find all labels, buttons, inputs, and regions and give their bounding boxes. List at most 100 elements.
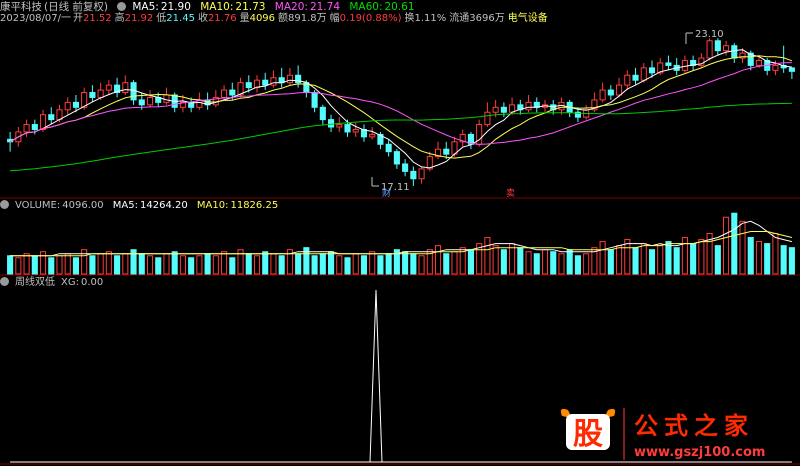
candle-body [607, 89, 614, 96]
volume-bar [780, 245, 787, 275]
candle-body [369, 133, 376, 138]
candle-body [640, 67, 647, 81]
volume-bar [295, 253, 302, 275]
watermark-logo: 股 公式之家 www.gszj100.com [560, 408, 765, 460]
volume-bar [402, 251, 409, 275]
volume-bar [451, 251, 458, 275]
volume-bar [723, 216, 730, 275]
candle-body [138, 99, 145, 106]
volume-bar [7, 255, 14, 275]
volume-bar [56, 255, 63, 275]
volume-bar [171, 251, 178, 275]
candle-body [229, 89, 236, 96]
candle-body [393, 151, 400, 165]
volume-bar [64, 253, 71, 275]
candle-body [328, 119, 335, 128]
event-marker[interactable]: 财 [382, 187, 391, 199]
watermark-url: www.gszj100.com [634, 445, 765, 460]
candle-body [105, 84, 112, 91]
volume-bar [788, 247, 795, 275]
volume-bar [155, 257, 162, 275]
high-marker-label: 23.10 [695, 29, 724, 40]
volume-bar [517, 247, 524, 275]
watermark: 股 公式之家 www.gszj100.com [556, 404, 796, 462]
volume-bar [72, 257, 79, 275]
candle-body [492, 106, 499, 113]
candle-body [146, 96, 154, 106]
volume-bar [221, 251, 228, 275]
volume-bar [541, 249, 549, 275]
volume-bar [772, 232, 779, 275]
candle-body [122, 82, 129, 94]
volume-bar [385, 253, 392, 275]
volume-bar [89, 255, 96, 275]
candle-body [64, 101, 71, 111]
volume-bar [632, 247, 639, 275]
volume-bar [410, 253, 417, 275]
chart-window: { "stock": { "name": "康平科技", "period": "… [0, 0, 800, 466]
volume-bar [188, 257, 195, 275]
candle-body [97, 89, 104, 98]
volume-bar [665, 241, 672, 275]
volume-bar [245, 253, 252, 275]
volume-bar [607, 249, 614, 275]
candle-body [648, 67, 656, 74]
ma20-line [9, 62, 792, 145]
volume-bar [599, 241, 606, 275]
candle-body [319, 106, 326, 121]
volume-bar [731, 212, 738, 275]
volume-bar [328, 251, 335, 275]
candle-body [681, 59, 688, 71]
candle-body [221, 89, 228, 98]
volume-bar [574, 255, 581, 275]
candle-body [336, 124, 343, 128]
volume-bar [484, 237, 491, 275]
volume-bar [105, 251, 112, 275]
event-marker[interactable]: 卖 [506, 188, 515, 199]
volume-bar [500, 249, 507, 275]
volume-bar [583, 253, 590, 275]
volume-bar [229, 257, 236, 275]
candle-body [286, 74, 293, 84]
candle-body [262, 79, 269, 86]
volume-panel [7, 212, 795, 275]
volume-bar [673, 247, 680, 275]
candle-body [31, 124, 38, 130]
volume-bar [443, 253, 450, 275]
candle-body [270, 77, 277, 86]
volume-bar [97, 253, 104, 275]
candle-body [624, 74, 631, 86]
chart-canvas: 23.10 17.11 财 卖 [0, 29, 800, 465]
candle-body [616, 84, 623, 96]
volume-bar [15, 257, 22, 275]
volume-bar [311, 255, 318, 275]
volume-bar [369, 251, 376, 275]
volume-bar [681, 237, 688, 275]
volume-bar [698, 239, 705, 275]
volume-bar [278, 255, 285, 275]
volume-bar [270, 253, 277, 275]
candle-body [48, 114, 55, 121]
ma10-line [9, 55, 793, 159]
watermark-brand: 公式之家 [634, 412, 754, 440]
volume-bar [755, 241, 763, 275]
volume-bar [163, 253, 170, 275]
volume-bar [196, 255, 203, 275]
candle-body [525, 101, 532, 111]
volume-bar [714, 245, 721, 275]
candle-body [72, 101, 79, 108]
candle-body [443, 148, 450, 155]
volume-bar [114, 255, 121, 275]
candle-body [714, 40, 721, 52]
candle-body [788, 67, 795, 72]
volume-bar [648, 249, 656, 275]
volume-bar [690, 243, 697, 275]
volume-bar [179, 255, 186, 275]
candle-body [755, 59, 763, 66]
candle-body [410, 170, 417, 180]
volume-bar [138, 253, 145, 275]
volume-bar [640, 243, 647, 275]
volume-bar [262, 251, 269, 275]
volume-bar [467, 249, 474, 275]
candle-body [130, 82, 137, 101]
